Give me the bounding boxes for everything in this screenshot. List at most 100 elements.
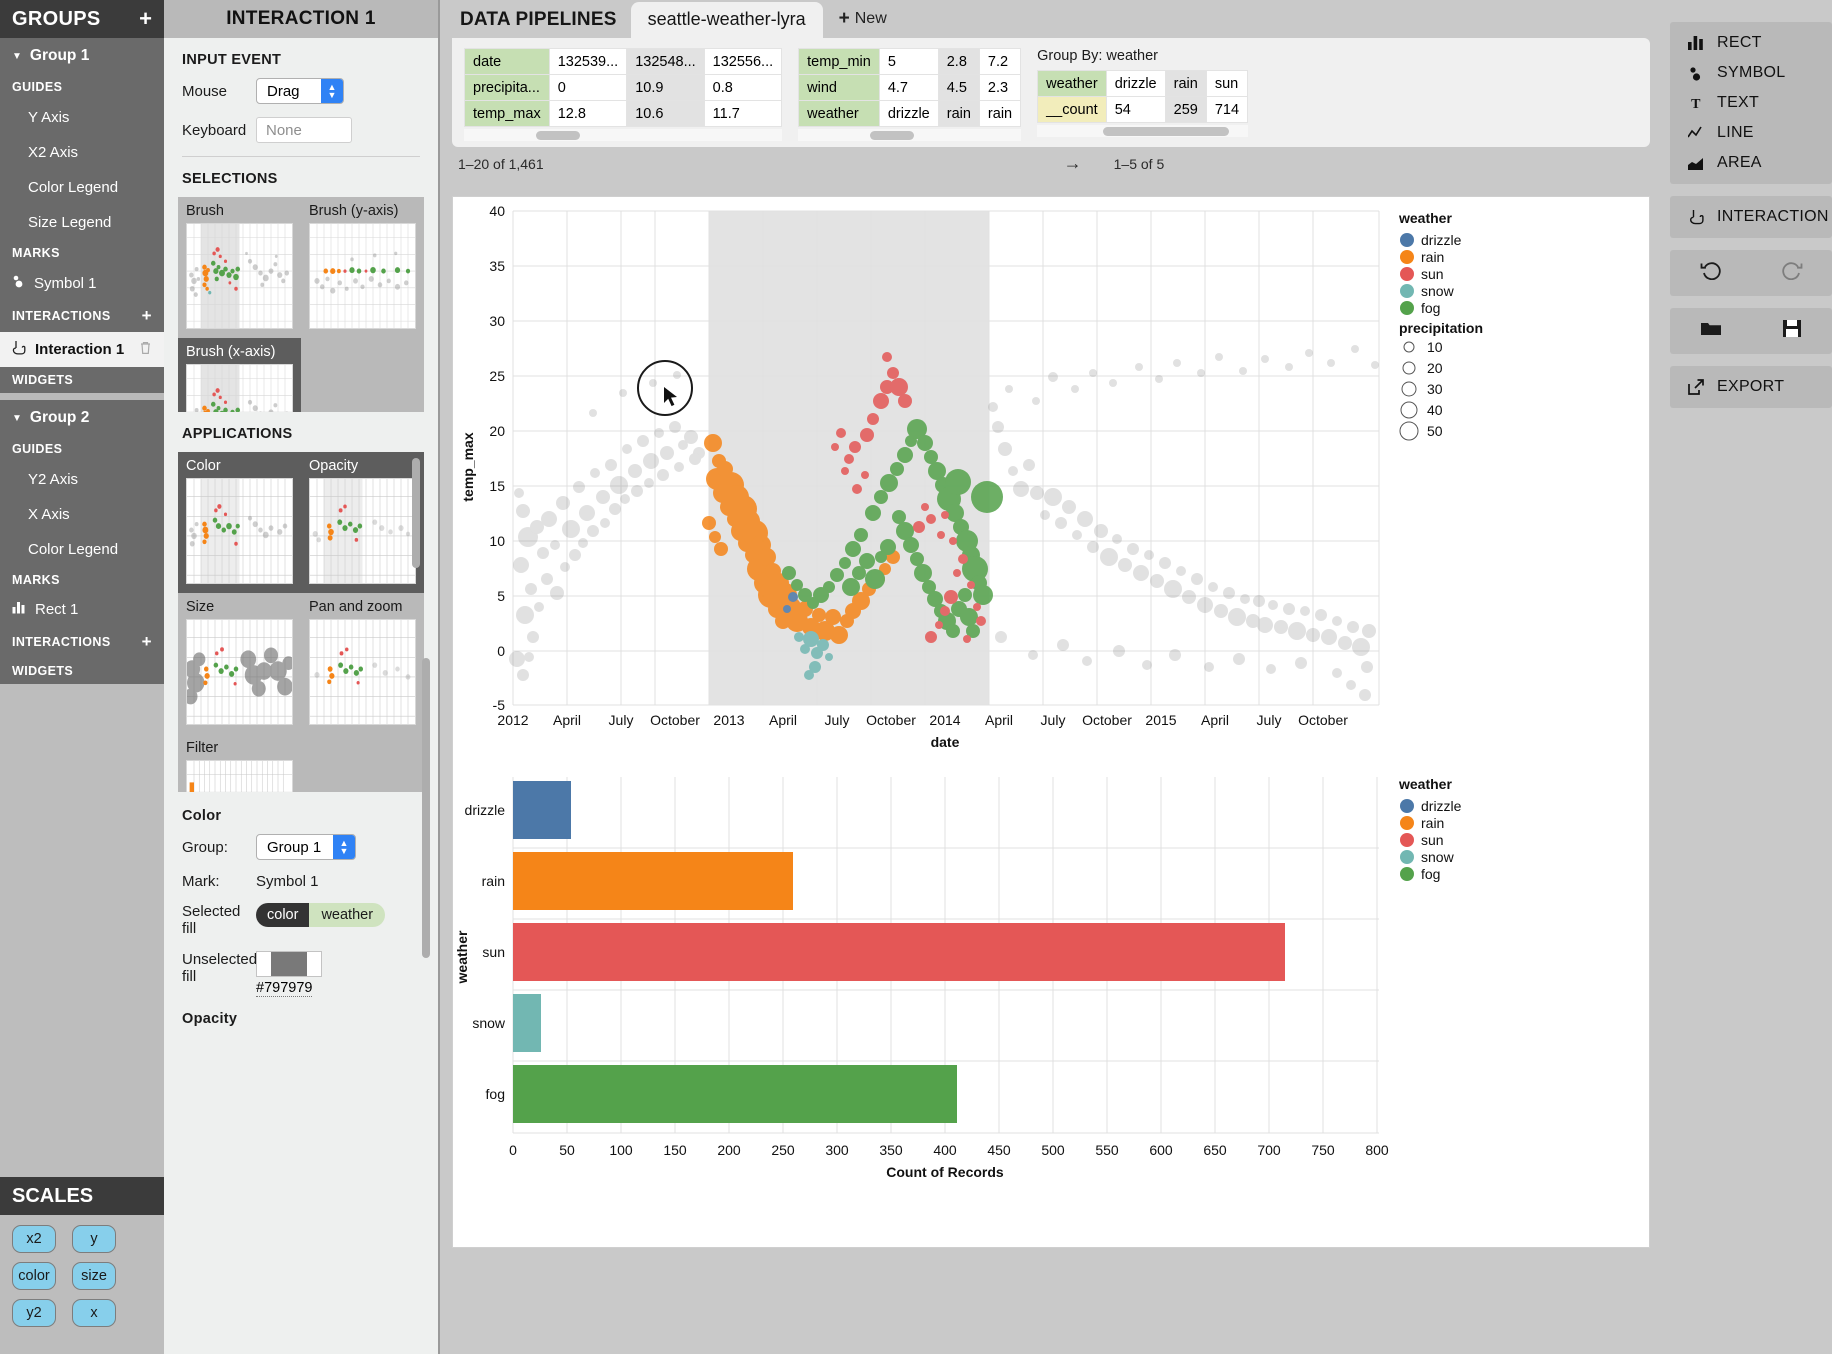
chevron-down-icon[interactable]: ▼ <box>12 413 22 424</box>
scales-body: x2 y color size y2 x <box>0 1215 164 1354</box>
interaction-icon <box>1686 209 1706 225</box>
mark-label: Rect 1 <box>35 601 79 618</box>
next-page-arrow-icon[interactable]: → <box>1064 153 1082 174</box>
svg-text:2014: 2014 <box>929 712 960 728</box>
sidebar-item-x-axis[interactable]: X Axis <box>0 497 164 532</box>
tool-export[interactable]: EXPORT <box>1670 372 1832 402</box>
undo-icon[interactable] <box>1700 260 1722 286</box>
mouse-select[interactable]: Drag ▲ ▼ <box>256 78 344 104</box>
group-item-group-2[interactable]: ▼ Group 2 <box>0 400 164 436</box>
sidebar-item-y-axis[interactable]: Y Axis <box>0 100 164 135</box>
color-group-field: Group: Group 1 ▲ ▼ <box>182 834 438 860</box>
scale-pill-color[interactable]: color <box>12 1262 56 1290</box>
scale-pill-y[interactable]: y <box>72 1225 116 1253</box>
application-tile-opacity[interactable]: Opacity <box>301 452 424 593</box>
applications-scrollbar[interactable] <box>412 458 420 568</box>
group-item-group-1[interactable]: ▼ Group 1 <box>0 38 164 74</box>
mark-label: Symbol 1 <box>34 274 97 292</box>
folder-icon[interactable] <box>1700 318 1722 344</box>
svg-text:200: 200 <box>717 1142 741 1158</box>
color-group-label: Group: <box>182 838 228 856</box>
row-key: __count <box>1037 96 1107 123</box>
tool-text[interactable]: T TEXT <box>1670 88 1832 118</box>
tool-interaction[interactable]: INTERACTION <box>1670 202 1832 232</box>
svg-text:20: 20 <box>489 423 505 439</box>
scale-pill-x[interactable]: x <box>72 1299 116 1327</box>
tool-symbol[interactable]: SYMBOL <box>1670 58 1832 88</box>
unselected-fill-field: Unselected fill #797979 <box>182 950 438 997</box>
tool-area[interactable]: AREA <box>1670 148 1832 178</box>
svg-text:sun: sun <box>482 944 505 960</box>
save-icon[interactable] <box>1782 318 1802 344</box>
add-group-button[interactable]: + <box>139 8 152 30</box>
selection-tile-brush[interactable]: Brush <box>178 197 301 338</box>
table-row: temp_max 12.8 10.6 11.7 <box>464 100 783 127</box>
cell: sun <box>1205 70 1249 97</box>
svg-text:250: 250 <box>771 1142 795 1158</box>
chevron-updown-icon[interactable]: ▲ ▼ <box>321 79 343 103</box>
mouse-field: Mouse Drag ▲ ▼ <box>182 78 438 104</box>
application-tile-empty <box>301 734 424 792</box>
scale-pill-y2[interactable]: y2 <box>12 1299 56 1327</box>
sidebar-item-rect-1[interactable]: Rect 1 <box>0 593 164 626</box>
line-icon <box>1686 126 1706 140</box>
selection-tile-brush-y-axis[interactable]: Brush (y-axis) <box>301 197 424 338</box>
table-row: temp_min 5 2.8 7.2 <box>798 48 1022 75</box>
svg-text:300: 300 <box>825 1142 849 1158</box>
tab-seattle-weather-lyra[interactable]: seattle-weather-lyra <box>630 2 823 38</box>
svg-text:rain: rain <box>1421 249 1444 265</box>
group-by-scrollbar[interactable] <box>1037 125 1249 137</box>
unselected-fill-hex[interactable]: #797979 <box>256 980 313 997</box>
table-mid-scrollbar[interactable] <box>798 129 1022 141</box>
sidebar-item-symbol-1[interactable]: Symbol 1 <box>0 266 164 300</box>
add-interaction-button-2[interactable]: + <box>142 632 152 652</box>
delete-icon[interactable] <box>139 341 152 359</box>
selected-fill-pill[interactable]: color weather <box>256 903 386 927</box>
keyboard-input[interactable]: None <box>256 117 352 143</box>
svg-text:fog: fog <box>486 1086 505 1102</box>
inspector-scrollbar[interactable] <box>422 658 430 958</box>
svg-text:rain: rain <box>1421 815 1444 831</box>
sidebar-item-y2-axis[interactable]: Y2 Axis <box>0 462 164 497</box>
color-group-select[interactable]: Group 1 ▲ ▼ <box>256 834 356 860</box>
table-left-scrollbar[interactable] <box>464 129 783 141</box>
vis-canvas[interactable]: 40 35 30 25 20 15 10 5 0 -5 temp_max 201… <box>452 196 1650 1248</box>
cell: 10.6 <box>626 100 705 127</box>
tile-label: Brush <box>186 203 224 219</box>
sidebar-item-x2-axis[interactable]: X2 Axis <box>0 135 164 170</box>
sidebar-item-interaction-1[interactable]: Interaction 1 <box>0 332 164 367</box>
add-interaction-button[interactable]: + <box>142 306 152 326</box>
scale-pill-size[interactable]: size <box>72 1262 116 1290</box>
pipeline-table-left-wrap: date 132539... 132548... 132556... preci… <box>464 48 783 141</box>
bar-snow[interactable] <box>513 994 541 1052</box>
unselected-fill-control[interactable]: #797979 <box>256 950 322 997</box>
chevron-down-icon[interactable]: ▼ <box>12 51 22 62</box>
bar-drizzle[interactable] <box>513 781 571 839</box>
new-pipeline-button[interactable]: + New <box>823 8 895 38</box>
plus-icon: + <box>838 8 850 29</box>
svg-text:fog: fog <box>1421 300 1440 316</box>
svg-text:550: 550 <box>1095 1142 1119 1158</box>
tool-line[interactable]: LINE <box>1670 118 1832 148</box>
tile-thumbnail <box>186 223 293 329</box>
group-label: Group 1 <box>29 47 90 64</box>
svg-text:July: July <box>825 712 850 728</box>
application-tile-size[interactable]: Size <box>178 593 301 734</box>
svg-text:October: October <box>1298 712 1348 728</box>
color-swatch[interactable] <box>256 950 322 977</box>
bar-fog[interactable] <box>513 1065 957 1123</box>
chevron-updown-icon[interactable]: ▲ ▼ <box>333 835 355 859</box>
bar-sun[interactable] <box>513 923 1285 981</box>
interaction-label: Interaction 1 <box>35 341 125 358</box>
scale-pill-x2[interactable]: x2 <box>12 1225 56 1253</box>
tool-rect[interactable]: RECT <box>1670 28 1832 58</box>
sidebar-item-color-legend[interactable]: Color Legend <box>0 170 164 205</box>
application-tile-filter[interactable]: Filter <box>178 734 301 792</box>
redo-icon[interactable] <box>1781 260 1803 286</box>
sidebar-item-size-legend[interactable]: Size Legend <box>0 205 164 240</box>
bar-rain[interactable] <box>513 852 793 910</box>
application-tile-pan-and-zoom[interactable]: Pan and zoom <box>301 593 424 734</box>
sidebar-item-color-legend-2[interactable]: Color Legend <box>0 532 164 567</box>
selection-tile-brush-x-axis[interactable]: Brush (x-axis) <box>178 338 301 412</box>
application-tile-color[interactable]: Color <box>178 452 301 593</box>
